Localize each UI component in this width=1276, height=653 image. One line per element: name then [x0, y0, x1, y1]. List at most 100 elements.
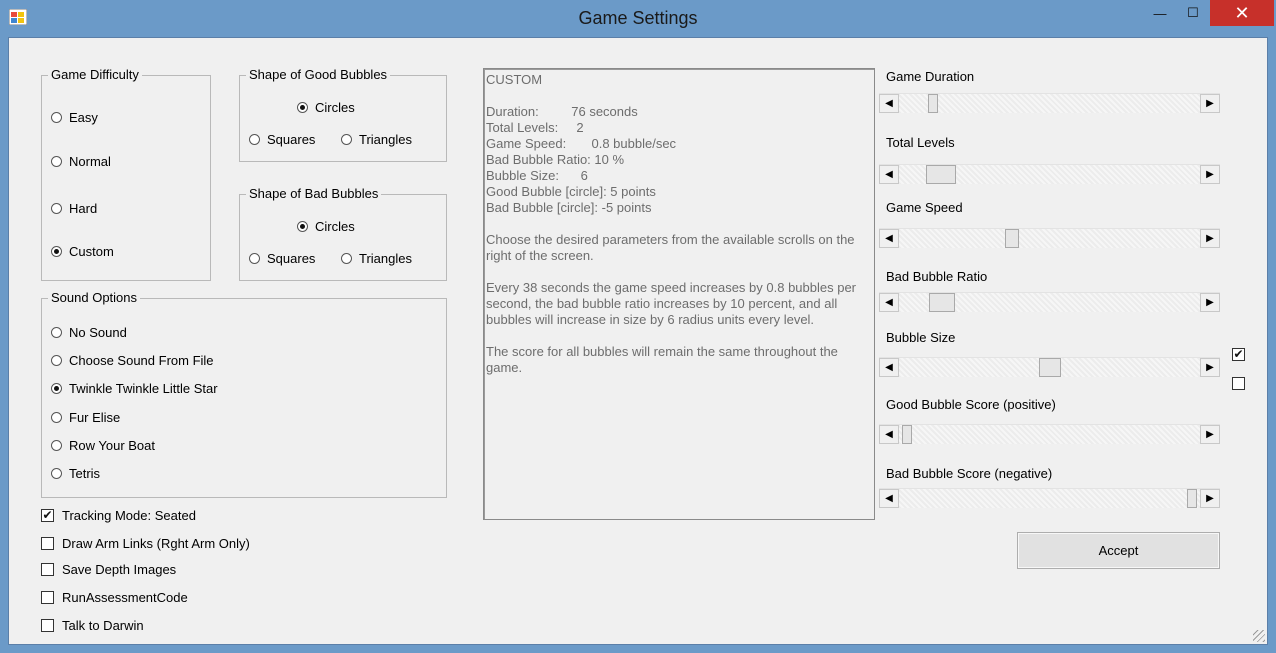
- radio-good-triangles[interactable]: Triangles: [341, 132, 412, 147]
- checkbox-box[interactable]: [41, 591, 54, 604]
- radio-label: Normal: [69, 154, 111, 169]
- scrollbar-bad-bubble-ratio[interactable]: ◀ ▶: [879, 292, 1220, 312]
- side-checkbox-1[interactable]: ✔: [1232, 348, 1245, 361]
- checkbox-box[interactable]: ✔: [41, 509, 54, 522]
- label-bubble-size: Bubble Size: [886, 330, 956, 345]
- scroll-right-icon[interactable]: ▶: [1200, 358, 1220, 377]
- radio-tetris[interactable]: Tetris: [51, 466, 100, 481]
- label-bad-bubble-ratio: Bad Bubble Ratio: [886, 269, 988, 284]
- scroll-track[interactable]: [899, 425, 1200, 444]
- radio-indicator[interactable]: [51, 203, 62, 214]
- accept-button[interactable]: Accept: [1017, 532, 1220, 569]
- scrollbar-game-speed[interactable]: ◀ ▶: [879, 228, 1220, 248]
- checkbox-talk-to-darwin[interactable]: Talk to Darwin: [41, 618, 144, 633]
- radio-indicator[interactable]: [249, 134, 260, 145]
- radio-indicator[interactable]: [51, 112, 62, 123]
- radio-indicator[interactable]: [51, 355, 62, 366]
- checkbox-box[interactable]: [41, 619, 54, 632]
- close-button[interactable]: ✕: [1210, 0, 1274, 26]
- radio-indicator[interactable]: [51, 156, 62, 167]
- side-checkbox-2[interactable]: [1232, 377, 1245, 390]
- group-title: Game Difficulty: [48, 67, 142, 83]
- maximize-button[interactable]: ☐: [1176, 0, 1210, 26]
- good-bubble-shape-group: Shape of Good Bubbles Circles Squares Tr…: [239, 67, 447, 162]
- radio-indicator[interactable]: [51, 383, 62, 394]
- checkbox-box[interactable]: [41, 537, 54, 550]
- scroll-left-icon[interactable]: ◀: [879, 165, 899, 184]
- scroll-thumb[interactable]: [929, 293, 955, 312]
- scroll-left-icon[interactable]: ◀: [879, 229, 899, 248]
- scrollbar-bubble-size[interactable]: ◀ ▶: [879, 357, 1220, 377]
- summary-ratio: Bad Bubble Ratio: 10 %: [486, 152, 625, 167]
- radio-indicator[interactable]: [51, 440, 62, 451]
- radio-easy[interactable]: Easy: [51, 110, 98, 125]
- radio-indicator[interactable]: [51, 246, 62, 257]
- sound-options-group: Sound Options No Sound Choose Sound From…: [41, 290, 447, 498]
- scroll-thumb[interactable]: [926, 165, 956, 184]
- scroll-left-icon[interactable]: ◀: [879, 293, 899, 312]
- summary-score-note: The score for all bubbles will remain th…: [486, 344, 838, 375]
- checkbox-tracking-mode[interactable]: ✔ Tracking Mode: Seated: [41, 508, 196, 523]
- radio-indicator[interactable]: [249, 253, 260, 264]
- scroll-right-icon[interactable]: ▶: [1200, 293, 1220, 312]
- group-title: Sound Options: [48, 290, 141, 306]
- summary-speed: Game Speed: 0.8 bubble/sec: [486, 136, 677, 151]
- radio-sound-from-file[interactable]: Choose Sound From File: [51, 353, 214, 368]
- scroll-thumb[interactable]: [928, 94, 938, 113]
- scroll-track[interactable]: [899, 94, 1200, 113]
- radio-good-circles[interactable]: Circles: [297, 100, 355, 115]
- radio-custom[interactable]: Custom: [51, 244, 114, 259]
- radio-label: Easy: [69, 110, 98, 125]
- radio-label: Squares: [267, 132, 316, 147]
- checkbox-draw-arm-links[interactable]: Draw Arm Links (Rght Arm Only): [41, 536, 250, 551]
- radio-fur-elise[interactable]: Fur Elise: [51, 410, 120, 425]
- radio-label: Fur Elise: [69, 410, 121, 425]
- radio-bad-circles[interactable]: Circles: [297, 219, 355, 234]
- scroll-track[interactable]: [899, 229, 1200, 248]
- scroll-right-icon[interactable]: ▶: [1200, 94, 1220, 113]
- scroll-thumb[interactable]: [1039, 358, 1061, 377]
- scroll-thumb[interactable]: [1005, 229, 1019, 248]
- radio-bad-squares[interactable]: Squares: [249, 251, 315, 266]
- scroll-left-icon[interactable]: ◀: [879, 94, 899, 113]
- scroll-thumb[interactable]: [1187, 489, 1197, 508]
- scroll-left-icon[interactable]: ◀: [879, 489, 899, 508]
- radio-good-squares[interactable]: Squares: [249, 132, 315, 147]
- scroll-left-icon[interactable]: ◀: [879, 358, 899, 377]
- radio-no-sound[interactable]: No Sound: [51, 325, 127, 340]
- checkbox-box[interactable]: [41, 563, 54, 576]
- scroll-left-icon[interactable]: ◀: [879, 425, 899, 444]
- scroll-track[interactable]: [899, 489, 1200, 508]
- radio-indicator[interactable]: [341, 253, 352, 264]
- radio-indicator[interactable]: [51, 412, 62, 423]
- radio-label: Tetris: [69, 466, 101, 481]
- scroll-right-icon[interactable]: ▶: [1200, 229, 1220, 248]
- checkbox-save-depth-images[interactable]: Save Depth Images: [41, 562, 176, 577]
- scrollbar-total-levels[interactable]: ◀ ▶: [879, 164, 1220, 184]
- resize-grip-icon[interactable]: [1253, 630, 1265, 642]
- radio-bad-triangles[interactable]: Triangles: [341, 251, 412, 266]
- summary-duration: Duration: 76 seconds: [486, 104, 638, 119]
- scroll-right-icon[interactable]: ▶: [1200, 165, 1220, 184]
- radio-indicator[interactable]: [297, 102, 308, 113]
- checkbox-run-assessment-code[interactable]: RunAssessmentCode: [41, 590, 188, 605]
- settings-summary-textbox[interactable]: CUSTOM Duration: 76 seconds Total Levels…: [483, 68, 875, 520]
- radio-indicator[interactable]: [51, 327, 62, 338]
- radio-hard[interactable]: Hard: [51, 201, 97, 216]
- scrollbar-game-duration[interactable]: ◀ ▶: [879, 93, 1220, 113]
- scroll-right-icon[interactable]: ▶: [1200, 489, 1220, 508]
- radio-indicator[interactable]: [341, 134, 352, 145]
- group-title: Shape of Bad Bubbles: [246, 186, 382, 202]
- scrollbar-good-bubble-score[interactable]: ◀ ▶: [879, 424, 1220, 444]
- radio-normal[interactable]: Normal: [51, 154, 111, 169]
- radio-indicator[interactable]: [297, 221, 308, 232]
- radio-label: Row Your Boat: [69, 438, 156, 453]
- scroll-thumb[interactable]: [902, 425, 912, 444]
- radio-indicator[interactable]: [51, 468, 62, 479]
- scroll-right-icon[interactable]: ▶: [1200, 425, 1220, 444]
- minimize-button[interactable]: —: [1142, 0, 1178, 26]
- summary-size: Bubble Size: 6: [486, 168, 588, 183]
- radio-row-your-boat[interactable]: Row Your Boat: [51, 438, 155, 453]
- radio-twinkle[interactable]: Twinkle Twinkle Little Star: [51, 381, 218, 396]
- scrollbar-bad-bubble-score[interactable]: ◀ ▶: [879, 488, 1220, 508]
